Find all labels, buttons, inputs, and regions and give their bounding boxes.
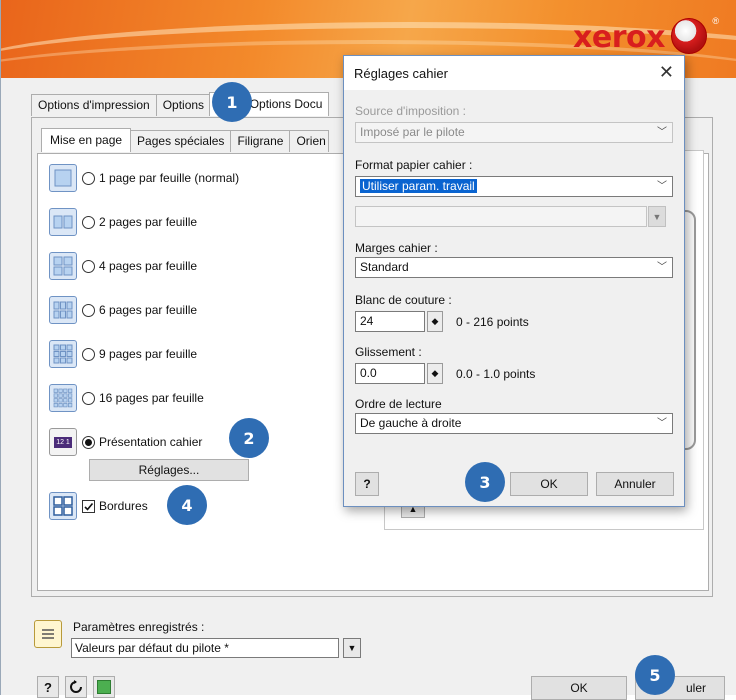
imposition-source-value: Imposé par le pilote bbox=[360, 125, 465, 139]
margins-select[interactable]: Standard ﹀ bbox=[355, 257, 673, 278]
option-label: 9 pages par feuille bbox=[99, 347, 198, 361]
tab-options[interactable]: Options bbox=[155, 94, 210, 116]
reading-order-value: De gauche à droite bbox=[360, 416, 462, 430]
creep-input[interactable]: 0.0 bbox=[355, 363, 425, 384]
2-pages-icon bbox=[49, 208, 77, 236]
layout-option-4-pages[interactable]: 4 pages par feuille bbox=[49, 252, 197, 280]
option-label: 16 pages par feuille bbox=[99, 391, 204, 405]
registered-mark: ® bbox=[712, 16, 719, 26]
layout-option-6-pages[interactable]: 6 pages par feuille bbox=[49, 296, 197, 324]
chevron-down-icon: ﹀ bbox=[657, 262, 667, 273]
ok-button[interactable]: OK bbox=[531, 676, 627, 700]
radio-button[interactable] bbox=[82, 259, 95, 273]
dialog-ok-button[interactable]: OK bbox=[510, 472, 588, 496]
tab-print-options[interactable]: Options d'impression bbox=[31, 94, 157, 116]
creep-range: 0.0 - 1.0 points bbox=[456, 367, 536, 381]
spinner-icon[interactable]: ◆ bbox=[427, 311, 443, 332]
imposition-source-select: Imposé par le pilote ﹀ bbox=[355, 122, 673, 143]
6-pages-icon bbox=[49, 296, 77, 324]
1-page-icon bbox=[49, 164, 77, 192]
borders-option[interactable]: Bordures bbox=[49, 492, 148, 520]
9-pages-icon bbox=[49, 340, 77, 368]
booklet-icon: 12 1 bbox=[49, 428, 77, 456]
custom-size-field bbox=[355, 206, 647, 227]
xerox-sphere-icon bbox=[671, 18, 707, 54]
eco-square bbox=[97, 680, 111, 694]
layout-option-2-pages[interactable]: 2 pages par feuille bbox=[49, 208, 197, 236]
option-label: 1 page par feuille (normal) bbox=[99, 171, 240, 185]
borders-label: Bordures bbox=[99, 499, 148, 513]
xerox-logo: xerox bbox=[573, 20, 665, 55]
margins-value: Standard bbox=[360, 260, 409, 274]
callout-2: 2 bbox=[229, 418, 269, 458]
borders-icon bbox=[49, 492, 77, 520]
radio-button[interactable] bbox=[82, 215, 95, 229]
booklet-settings-dialog: Réglages cahier ✕ Source d'imposition : … bbox=[343, 55, 685, 507]
layout-option-booklet[interactable]: 12 1 Présentation cahier bbox=[49, 428, 202, 456]
dialog-help-button[interactable]: ? bbox=[355, 472, 379, 496]
radio-button-selected[interactable] bbox=[82, 435, 95, 449]
option-label: Présentation cahier bbox=[99, 435, 203, 449]
callout-5: 5 bbox=[635, 655, 675, 695]
tab-special-pages[interactable]: Pages spéciales bbox=[130, 130, 232, 152]
booklet-settings-button[interactable]: Réglages... bbox=[89, 459, 249, 481]
4-pages-icon bbox=[49, 252, 77, 280]
layout-option-9-pages[interactable]: 9 pages par feuille bbox=[49, 340, 197, 368]
dialog-titlebar: Réglages cahier ✕ bbox=[344, 56, 684, 90]
option-label: 4 pages par feuille bbox=[99, 259, 198, 273]
layout-option-1-page[interactable]: 1 page par feuille (normal) bbox=[49, 164, 239, 192]
chevron-down-icon: ﹀ bbox=[657, 127, 667, 138]
callout-3: 3 bbox=[465, 462, 505, 502]
gutter-label: Blanc de couture : bbox=[355, 293, 452, 307]
option-label: 2 pages par feuille bbox=[99, 215, 198, 229]
radio-button[interactable] bbox=[82, 303, 95, 317]
gutter-input[interactable]: 24 bbox=[355, 311, 425, 332]
gutter-range: 0 - 216 points bbox=[456, 315, 529, 329]
radio-button[interactable] bbox=[82, 347, 95, 361]
close-icon[interactable]: ✕ bbox=[659, 62, 674, 83]
paper-size-value: Utiliser param. travail bbox=[360, 179, 477, 193]
saved-settings-label: Paramètres enregistrés : bbox=[73, 620, 205, 634]
paper-size-label: Format papier cahier : bbox=[355, 158, 473, 172]
imposition-source-label: Source d'imposition : bbox=[355, 104, 467, 118]
callout-1: 1 bbox=[212, 82, 252, 122]
16-pages-icon bbox=[49, 384, 77, 412]
option-label: 6 pages par feuille bbox=[99, 303, 198, 317]
main-tabs: Options d'impression Options Options Doc… bbox=[31, 92, 330, 116]
saved-settings-icon bbox=[34, 620, 62, 648]
saved-settings-combo[interactable]: Valeurs par défaut du pilote * bbox=[71, 638, 339, 658]
radio-button[interactable] bbox=[82, 171, 95, 185]
reading-order-label: Ordre de lecture bbox=[355, 397, 442, 411]
sub-tabs: Mise en page Pages spéciales Filigrane O… bbox=[41, 128, 330, 152]
tab-orientation[interactable]: Orien bbox=[289, 130, 330, 152]
creep-label: Glissement : bbox=[355, 345, 422, 359]
chevron-down-icon: ﹀ bbox=[657, 181, 667, 192]
margins-label: Marges cahier : bbox=[355, 241, 438, 255]
booklet-icon-text: 12 1 bbox=[54, 436, 72, 448]
tab-page-layout[interactable]: Mise en page bbox=[41, 128, 132, 152]
dialog-cancel-button[interactable]: Annuler bbox=[596, 472, 674, 496]
reading-order-select[interactable]: De gauche à droite ﹀ bbox=[355, 413, 673, 434]
dropdown-arrow-icon[interactable]: ▼ bbox=[343, 638, 361, 658]
callout-4: 4 bbox=[167, 485, 207, 525]
spinner-icon[interactable]: ◆ bbox=[427, 363, 443, 384]
dialog-title: Réglages cahier bbox=[354, 66, 448, 81]
radio-button[interactable] bbox=[82, 391, 95, 405]
layout-option-16-pages[interactable]: 16 pages par feuille bbox=[49, 384, 204, 412]
borders-checkbox[interactable] bbox=[82, 499, 95, 513]
dropdown-arrow-icon: ▼ bbox=[648, 206, 666, 227]
tab-watermark[interactable]: Filigrane bbox=[230, 130, 291, 152]
paper-size-select[interactable]: Utiliser param. travail ﹀ bbox=[355, 176, 673, 197]
chevron-down-icon: ﹀ bbox=[657, 418, 667, 429]
